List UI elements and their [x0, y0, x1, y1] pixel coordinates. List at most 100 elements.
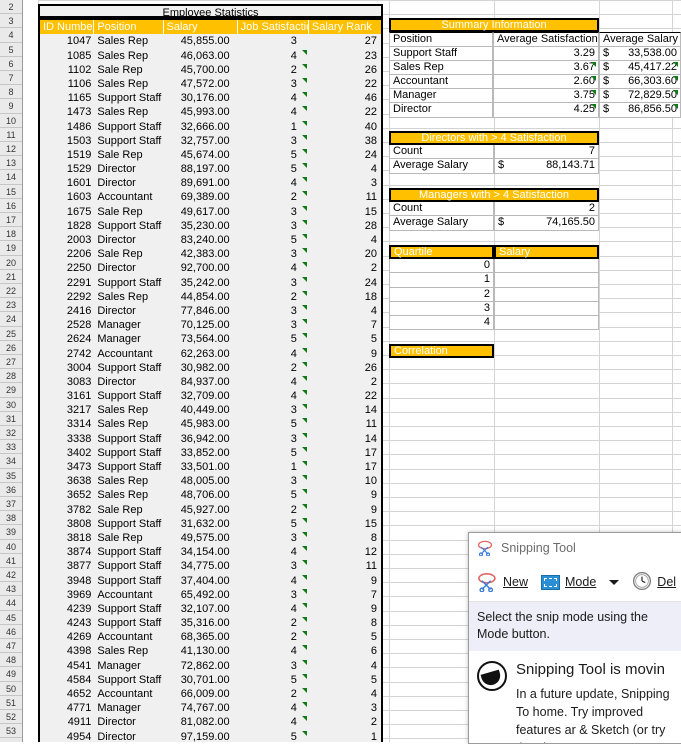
summary-cell-avg-satisfaction[interactable]: 3.67: [493, 60, 599, 75]
cell-id-number[interactable]: 3083: [40, 375, 94, 389]
cell-id-number[interactable]: 1106: [40, 77, 94, 91]
comment-flag-icon[interactable]: [301, 546, 307, 552]
cell-job-satisfaction[interactable]: 4: [238, 644, 309, 658]
cell-position[interactable]: Director: [94, 176, 163, 190]
cell-position[interactable]: Support Staff: [94, 559, 163, 573]
comment-flag-icon[interactable]: [301, 262, 307, 268]
cell-job-satisfaction[interactable]: 5: [238, 233, 309, 247]
summary-cell-avg-satisfaction[interactable]: 4.25: [493, 103, 599, 118]
cell-salary-rank[interactable]: 11: [309, 190, 381, 204]
cell-salary-rank[interactable]: 22: [309, 105, 381, 119]
comment-flag-icon[interactable]: [301, 120, 307, 126]
cell-position[interactable]: Director: [94, 261, 163, 275]
row-header[interactable]: 30: [0, 397, 22, 412]
table-row[interactable]: 4541 Manager 72,862.00 3 4: [40, 659, 381, 673]
cell-id-number[interactable]: 4771: [40, 701, 94, 715]
row-header[interactable]: 35: [0, 468, 22, 483]
cell-salary[interactable]: 45,983.00: [163, 417, 237, 431]
row-header[interactable]: 17: [0, 213, 22, 228]
cell-position[interactable]: Support Staff: [94, 545, 163, 559]
cell-id-number[interactable]: 1828: [40, 219, 94, 233]
cell-job-satisfaction[interactable]: 3: [238, 531, 309, 545]
summary-row[interactable]: Director 4.25 $86,856.50: [389, 103, 681, 118]
cell-position[interactable]: Sale Rep: [94, 205, 163, 219]
cell-position[interactable]: Support Staff: [94, 120, 163, 134]
column-a-blank[interactable]: [22, 0, 39, 742]
comment-flag-icon[interactable]: [301, 659, 307, 665]
cell-position[interactable]: Accountant: [94, 630, 163, 644]
cell-position[interactable]: Support Staff: [94, 602, 163, 616]
row-header[interactable]: 2: [0, 0, 22, 15]
quartile-row[interactable]: 2: [389, 287, 599, 302]
cell-job-satisfaction[interactable]: 4: [238, 389, 309, 403]
cell-salary[interactable]: 70,125.00: [163, 318, 237, 332]
table-row[interactable]: 3948 Support Staff 37,404.00 4 9: [40, 574, 381, 588]
row-header[interactable]: 5: [0, 42, 22, 57]
cell-job-satisfaction[interactable]: 4: [238, 261, 309, 275]
table-row[interactable]: 4911 Director 81,082.00 4 2: [40, 715, 381, 729]
summary-cell-position[interactable]: Manager: [389, 89, 493, 104]
cell-job-satisfaction[interactable]: 5: [238, 673, 309, 687]
cell-salary-rank[interactable]: 24: [309, 276, 381, 290]
comment-flag-icon[interactable]: [301, 489, 307, 495]
cell-salary[interactable]: 83,240.00: [163, 233, 237, 247]
cell-salary[interactable]: 74,767.00: [163, 701, 237, 715]
comment-flag-icon[interactable]: [301, 304, 307, 310]
row-header[interactable]: 6: [0, 56, 22, 71]
chevron-down-icon[interactable]: [609, 579, 620, 585]
row-header[interactable]: 26: [0, 340, 22, 355]
comment-flag-icon[interactable]: [301, 475, 307, 481]
quartile-row[interactable]: 0: [389, 259, 599, 274]
cell-job-satisfaction[interactable]: 4: [238, 91, 309, 105]
cell-salary[interactable]: 32,107.00: [163, 602, 237, 616]
cell-salary-rank[interactable]: 9: [309, 574, 381, 588]
cell-salary[interactable]: 45,855.00: [163, 34, 237, 48]
comment-flag-icon[interactable]: [301, 461, 307, 466]
table-row[interactable]: 2624 Manager 73,564.00 5 5: [40, 332, 381, 346]
comment-flag-icon[interactable]: [301, 645, 307, 651]
comment-flag-icon[interactable]: [301, 347, 307, 353]
managers-avg-salary-value[interactable]: $ 74,165.50: [494, 216, 599, 231]
row-header[interactable]: 23: [0, 298, 22, 313]
snipping-tool-window[interactable]: Snipping Tool New Mode Del Select the sn…: [468, 532, 681, 744]
cell-job-satisfaction[interactable]: 2: [238, 616, 309, 630]
summary-row[interactable]: Accountant 2.60 $66,303.60: [389, 74, 681, 90]
cell-salary[interactable]: 34,775.00: [163, 559, 237, 573]
table-row[interactable]: 2528 Manager 70,125.00 3 7: [40, 318, 381, 332]
cell-salary[interactable]: 37,404.00: [163, 574, 237, 588]
cell-position[interactable]: Support Staff: [94, 616, 163, 630]
row-header[interactable]: 48: [0, 653, 22, 668]
cell-salary-rank[interactable]: 9: [309, 602, 381, 616]
cell-job-satisfaction[interactable]: 2: [238, 630, 309, 644]
row-header[interactable]: 29: [0, 383, 22, 398]
row-header[interactable]: 19: [0, 241, 22, 256]
table-row[interactable]: 3004 Support Staff 30,982.00 2 26: [40, 361, 381, 375]
cell-id-number[interactable]: 2528: [40, 318, 94, 332]
comment-flag-icon[interactable]: [301, 702, 307, 708]
cell-job-satisfaction[interactable]: 3: [238, 276, 309, 290]
cell-id-number[interactable]: 4269: [40, 630, 94, 644]
cell-position[interactable]: Director: [94, 375, 163, 389]
row-header[interactable]: 21: [0, 269, 22, 284]
summary-cell-avg-salary[interactable]: $72,829.50: [599, 89, 681, 104]
cell-position[interactable]: Director: [94, 162, 163, 176]
cell-position[interactable]: Support Staff: [94, 446, 163, 460]
cell-position[interactable]: Sale Rep: [94, 148, 163, 162]
quartile-row[interactable]: 1: [389, 273, 599, 288]
comment-flag-icon[interactable]: [591, 104, 596, 110]
cell-salary[interactable]: 34,154.00: [163, 545, 237, 559]
cell-salary-rank[interactable]: 26: [309, 63, 381, 77]
comment-flag-icon[interactable]: [301, 574, 307, 580]
row-header[interactable]: 3: [0, 14, 22, 29]
table-row[interactable]: 1529 Director 88,197.00 5 4: [40, 162, 381, 176]
comment-flag-icon[interactable]: [301, 319, 307, 325]
cell-position[interactable]: Sales Rep: [94, 488, 163, 502]
table-row[interactable]: 4239 Support Staff 32,107.00 4 9: [40, 602, 381, 616]
cell-job-satisfaction[interactable]: 3: [238, 318, 309, 332]
cell-id-number[interactable]: 2416: [40, 304, 94, 318]
table-row[interactable]: 1047 Sales Rep 45,855.00 3 27: [40, 34, 381, 48]
summary-cell-position[interactable]: Director: [389, 103, 493, 118]
cell-salary-rank[interactable]: 2: [309, 375, 381, 389]
row-header[interactable]: 44: [0, 596, 22, 611]
cell-id-number[interactable]: 2291: [40, 276, 94, 290]
